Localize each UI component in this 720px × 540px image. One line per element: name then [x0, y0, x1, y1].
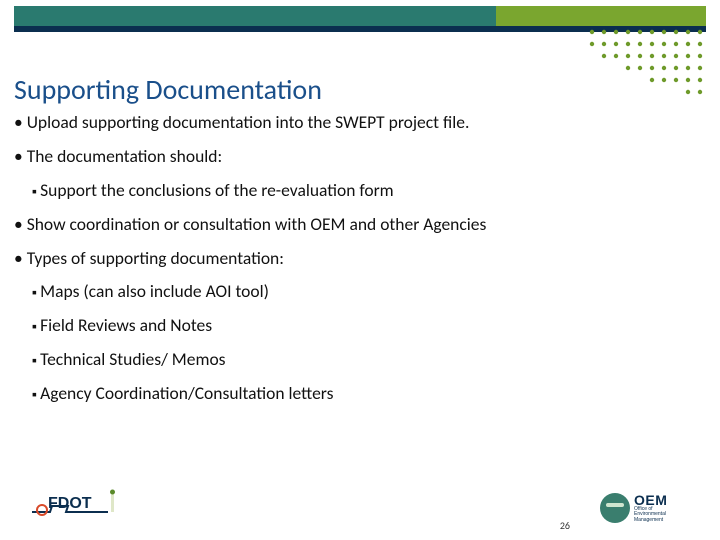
- header-bar-teal: [14, 6, 496, 26]
- header-bar-green: [496, 6, 706, 26]
- fdot-logo-icon: FDOT: [30, 486, 120, 522]
- page-number: 26: [560, 519, 570, 532]
- bullet-types: Types of supporting documentation:: [14, 248, 700, 270]
- bullet-show-coordination: Show coordination or consultation with O…: [14, 214, 700, 236]
- bullet-doc-should: The documentation should:: [14, 146, 700, 168]
- svg-text:FDOT: FDOT: [48, 495, 92, 512]
- subbullet-agency-letters: Agency Coordination/Consultation letters: [32, 383, 700, 405]
- oem-acronym: OEM: [634, 493, 667, 507]
- decorative-dots-icon: [586, 26, 706, 98]
- subbullet-technical-studies: Technical Studies/ Memos: [32, 349, 700, 371]
- subbullet-field-reviews: Field Reviews and Notes: [32, 315, 700, 337]
- oem-logo-icon: OEM Office of Environmental Management: [600, 488, 692, 528]
- slide-title: Supporting Documentation: [14, 72, 322, 107]
- oem-text: OEM Office of Environmental Management: [634, 493, 667, 523]
- oem-mark-icon: [600, 493, 630, 523]
- subbullet-support-conclusions: Support the conclusions of the re-evalua…: [32, 180, 700, 202]
- subbullet-maps: Maps (can also include AOI tool): [32, 281, 700, 303]
- bullet-upload: Upload supporting documentation into the…: [14, 112, 700, 134]
- slide-body: Upload supporting documentation into the…: [14, 112, 700, 417]
- header-color-bar: [14, 6, 706, 26]
- slide-footer: FDOT 26 OEM Office of Environmental Mana…: [0, 478, 720, 540]
- oem-line3: Management: [634, 518, 667, 523]
